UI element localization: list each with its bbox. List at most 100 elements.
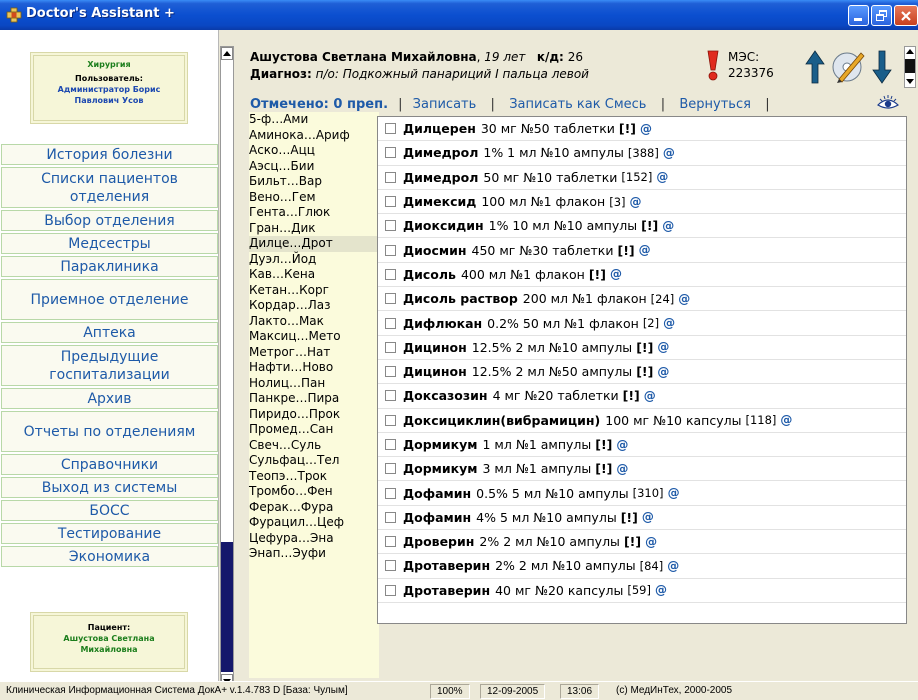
sidebar-nav-item[interactable]: Аптека	[1, 322, 218, 343]
scroll-thumb[interactable]	[221, 542, 233, 672]
drug-row[interactable]: Димедрол 1% 1 мл №10 ампулы [388] @	[378, 141, 906, 166]
drug-info-link[interactable]: @	[616, 462, 628, 476]
arrow-up-icon[interactable]	[805, 50, 825, 84]
drug-checkbox[interactable]	[385, 123, 396, 135]
sidebar-nav-item[interactable]: Списки пациентов отделения	[1, 167, 218, 208]
index-range-item[interactable]: Теопэ…Трок	[249, 469, 379, 485]
sidebar-nav-item[interactable]: Медсестры	[1, 233, 218, 254]
drug-info-link[interactable]: @	[663, 146, 675, 160]
drug-info-link[interactable]: @	[668, 486, 680, 500]
index-range-item[interactable]: Пиридо…Прок	[249, 407, 379, 423]
index-range-item[interactable]: Нолиц…Пан	[249, 376, 379, 392]
drug-checkbox[interactable]	[385, 536, 396, 548]
index-range-item[interactable]: 5-ф…Ами	[249, 112, 379, 128]
drug-checkbox[interactable]	[385, 487, 396, 499]
sidebar-nav-item[interactable]: Архив	[1, 388, 218, 409]
drug-checkbox[interactable]	[385, 147, 396, 159]
sidebar-nav-item[interactable]: Отчеты по отделениям	[1, 411, 218, 452]
drug-info-link[interactable]: @	[630, 195, 642, 209]
drug-row[interactable]: Диоксидин 1% 10 мл №10 ампулы [!] @	[378, 214, 906, 239]
drug-info-link[interactable]: @	[644, 389, 656, 403]
drug-info-link[interactable]: @	[678, 292, 690, 306]
drug-checkbox[interactable]	[385, 317, 396, 329]
index-range-item[interactable]: Тромбо…Фен	[249, 484, 379, 500]
index-range-item[interactable]: Кетан…Корг	[249, 283, 379, 299]
drug-info-link[interactable]: @	[640, 122, 652, 136]
index-range-item[interactable]: Максиц…Мето	[249, 329, 379, 345]
sidebar-nav-item[interactable]: Выбор отделения	[1, 210, 218, 231]
index-range-item[interactable]: Гран…Дик	[249, 221, 379, 237]
back-link[interactable]: Вернуться	[679, 97, 751, 112]
drug-checkbox[interactable]	[385, 171, 396, 183]
drug-info-link[interactable]: @	[667, 559, 679, 573]
maximize-button[interactable]	[871, 5, 892, 26]
sidebar-nav-item[interactable]: Предыдущие госпитализации	[1, 345, 218, 386]
index-range-item[interactable]: Сульфац…Тел	[249, 453, 379, 469]
sidebar-nav-item[interactable]: Выход из системы	[1, 477, 218, 498]
sidebar-nav-item[interactable]: Тестирование	[1, 523, 218, 544]
index-range-item[interactable]: Бильт…Вар	[249, 174, 379, 190]
index-range-item[interactable]: Дилце…Дрот	[249, 236, 379, 252]
sidebar-nav-item[interactable]: Справочники	[1, 454, 218, 475]
minimize-button[interactable]	[848, 5, 869, 26]
sidebar-nav-item[interactable]: БОСС	[1, 500, 218, 521]
drug-info-link[interactable]: @	[645, 535, 657, 549]
drug-checkbox[interactable]	[385, 220, 396, 232]
index-range-item[interactable]: Лакто…Мак	[249, 314, 379, 330]
index-range-item[interactable]: Нафти…Ново	[249, 360, 379, 376]
drug-row[interactable]: Димедрол 50 мг №10 таблетки [152] @	[378, 166, 906, 190]
drug-info-link[interactable]: @	[656, 170, 668, 184]
drug-row[interactable]: Дормикум 3 мл №1 ампулы [!] @	[378, 457, 906, 482]
drug-checkbox[interactable]	[385, 463, 396, 475]
drug-info-link[interactable]: @	[610, 267, 622, 281]
drug-checkbox[interactable]	[385, 584, 396, 596]
drug-row[interactable]: Дормикум 1 мл №1 ампулы [!] @	[378, 433, 906, 458]
drug-info-link[interactable]: @	[642, 510, 654, 524]
index-range-item[interactable]: Фурацил…Цеф	[249, 515, 379, 531]
drug-checkbox[interactable]	[385, 439, 396, 450]
index-range-item[interactable]: Кордар…Лаз	[249, 298, 379, 314]
save-as-mix-link[interactable]: Записать как Смесь	[509, 97, 646, 112]
drug-info-link[interactable]: @	[780, 413, 792, 427]
triangle-down-icon[interactable]	[905, 76, 915, 86]
sidebar-nav-item[interactable]: История болезни	[1, 144, 218, 165]
drug-info-link[interactable]: @	[657, 365, 669, 379]
index-range-item[interactable]: Аминока…Ариф	[249, 128, 379, 144]
drug-row[interactable]: Дисоль раствор 200 мл №1 флакон [24] @	[378, 287, 906, 312]
drug-checkbox[interactable]	[385, 341, 396, 353]
index-range-item[interactable]: Цефура…Эна	[249, 531, 379, 547]
save-link[interactable]: Записать	[413, 97, 477, 112]
sidebar-nav-item[interactable]: Параклиника	[1, 256, 218, 277]
drug-row[interactable]: Дифлюкан 0.2% 50 мл №1 флакон [2] @	[378, 311, 906, 336]
drug-info-link[interactable]: @	[616, 438, 628, 452]
sidebar-nav-item[interactable]: Экономика	[1, 546, 218, 567]
drug-checkbox[interactable]	[385, 560, 396, 572]
index-range-item[interactable]: Ферак…Фура	[249, 500, 379, 516]
drug-info-link[interactable]: @	[657, 340, 669, 354]
drug-row[interactable]: Дицинон 12.5% 2 мл №50 ампулы [!] @	[378, 360, 906, 385]
drug-checkbox[interactable]	[385, 366, 396, 378]
triangle-up-icon[interactable]	[905, 47, 915, 57]
drug-row[interactable]: Дротаверин 40 мг №20 капсулы [59] @	[378, 579, 906, 603]
drug-row[interactable]: Дофамин 0.5% 5 мл №10 ампулы [310] @	[378, 481, 906, 506]
drug-checkbox[interactable]	[385, 196, 396, 208]
drug-checkbox[interactable]	[385, 511, 396, 523]
drug-info-link[interactable]: @	[663, 316, 675, 330]
index-range-item[interactable]: Вено…Гем	[249, 190, 379, 206]
disc-pen-icon[interactable]	[830, 48, 866, 84]
index-range-item[interactable]: Свеч…Суль	[249, 438, 379, 454]
sidebar-nav-item[interactable]: Приемное отделение	[1, 279, 218, 320]
index-range-item[interactable]: Аэсц…Бии	[249, 159, 379, 175]
sidebar-scrollbar[interactable]	[220, 46, 234, 688]
drug-row[interactable]: Доксициклин(вибрамицин) 100 мг №10 капсул…	[378, 409, 906, 433]
drug-row[interactable]: Диосмин 450 мг №30 таблетки [!] @	[378, 238, 906, 263]
index-range-item[interactable]: Панкре…Пира	[249, 391, 379, 407]
index-range-item[interactable]: Энап…Эуфи	[249, 546, 379, 562]
arrow-down-icon[interactable]	[872, 50, 892, 84]
drug-info-link[interactable]: @	[639, 243, 651, 257]
scroll-up-button[interactable]	[221, 47, 233, 60]
drug-row[interactable]: Дофамин 4% 5 мл №10 ампулы [!] @	[378, 506, 906, 531]
drug-checkbox[interactable]	[385, 414, 396, 426]
drug-row[interactable]: Дицинон 12.5% 2 мл №10 ампулы [!] @	[378, 336, 906, 360]
eye-icon[interactable]	[876, 94, 900, 112]
